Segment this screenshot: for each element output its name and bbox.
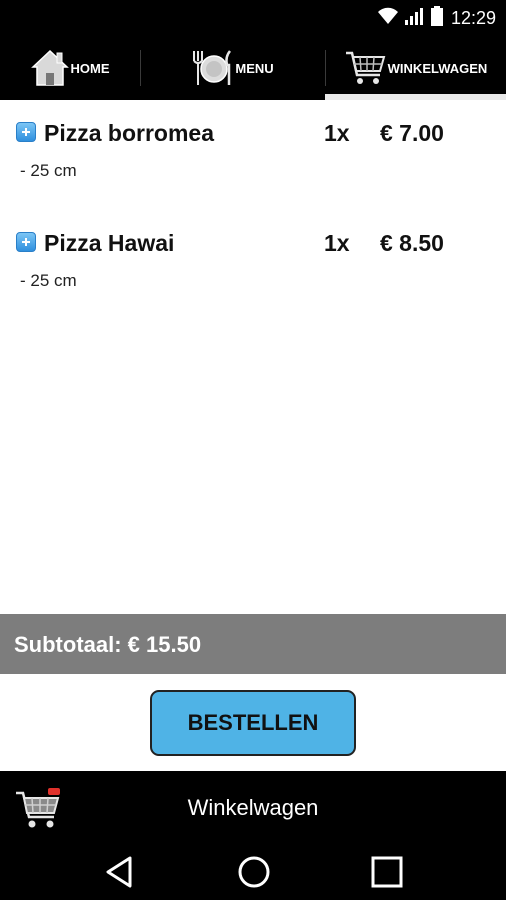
plate-icon — [191, 47, 233, 90]
item-price: € 7.00 — [380, 120, 444, 146]
item-name[interactable]: Pizza borromea — [44, 120, 214, 147]
subtotal-bar: Subtotaal: € 15.50 — [0, 614, 506, 674]
cart-item: Pizza borromea 1x € 7.00 - 25 cm — [0, 100, 506, 210]
signal-icon — [404, 7, 425, 30]
footer-title: Winkelwagen — [187, 795, 319, 820]
item-option: - 25 cm — [20, 271, 77, 290]
cart-item: Pizza Hawai 1x € 8.50 - 25 cm — [0, 210, 506, 320]
status-time: 12:29 — [450, 7, 496, 28]
wifi-icon — [377, 7, 399, 30]
battery-icon — [430, 5, 443, 31]
tab-home-label: HOME — [70, 60, 110, 76]
system-navigation-bar — [0, 846, 506, 900]
subtotal-text: Subtotaal: € 15.50 — [14, 632, 202, 657]
tab-winkelwagen[interactable]: WINKELWAGEN — [325, 36, 506, 100]
cart-list: Pizza borromea 1x € 7.00 - 25 cm Pizza H… — [0, 100, 506, 320]
order-button[interactable]: BESTELLEN — [150, 690, 356, 756]
recents-icon[interactable] — [370, 854, 404, 895]
home-circle-icon[interactable] — [236, 854, 272, 895]
expand-plus-icon[interactable] — [16, 122, 36, 142]
back-icon[interactable] — [104, 854, 136, 895]
item-option: - 25 cm — [20, 161, 77, 180]
tab-menu-label: MENU — [235, 60, 274, 76]
item-price: € 8.50 — [380, 230, 444, 256]
tab-winkelwagen-label: WINKELWAGEN — [387, 60, 488, 76]
footer-bar: Winkelwagen — [0, 771, 506, 846]
tab-separator — [140, 50, 141, 86]
cart-icon — [344, 47, 386, 90]
tab-home[interactable]: HOME — [0, 36, 140, 100]
status-bar: 12:29 — [0, 0, 506, 36]
item-quantity: 1x — [324, 120, 350, 146]
top-nav: HOME MENU WINKELWAGEN — [0, 36, 506, 100]
item-name[interactable]: Pizza Hawai — [44, 230, 174, 257]
item-quantity: 1x — [324, 230, 350, 256]
home-icon — [30, 47, 69, 90]
status-icons: 12:29 — [377, 5, 496, 31]
expand-plus-icon[interactable] — [16, 232, 36, 252]
tab-menu[interactable]: MENU — [140, 36, 325, 100]
tab-separator — [325, 50, 326, 86]
